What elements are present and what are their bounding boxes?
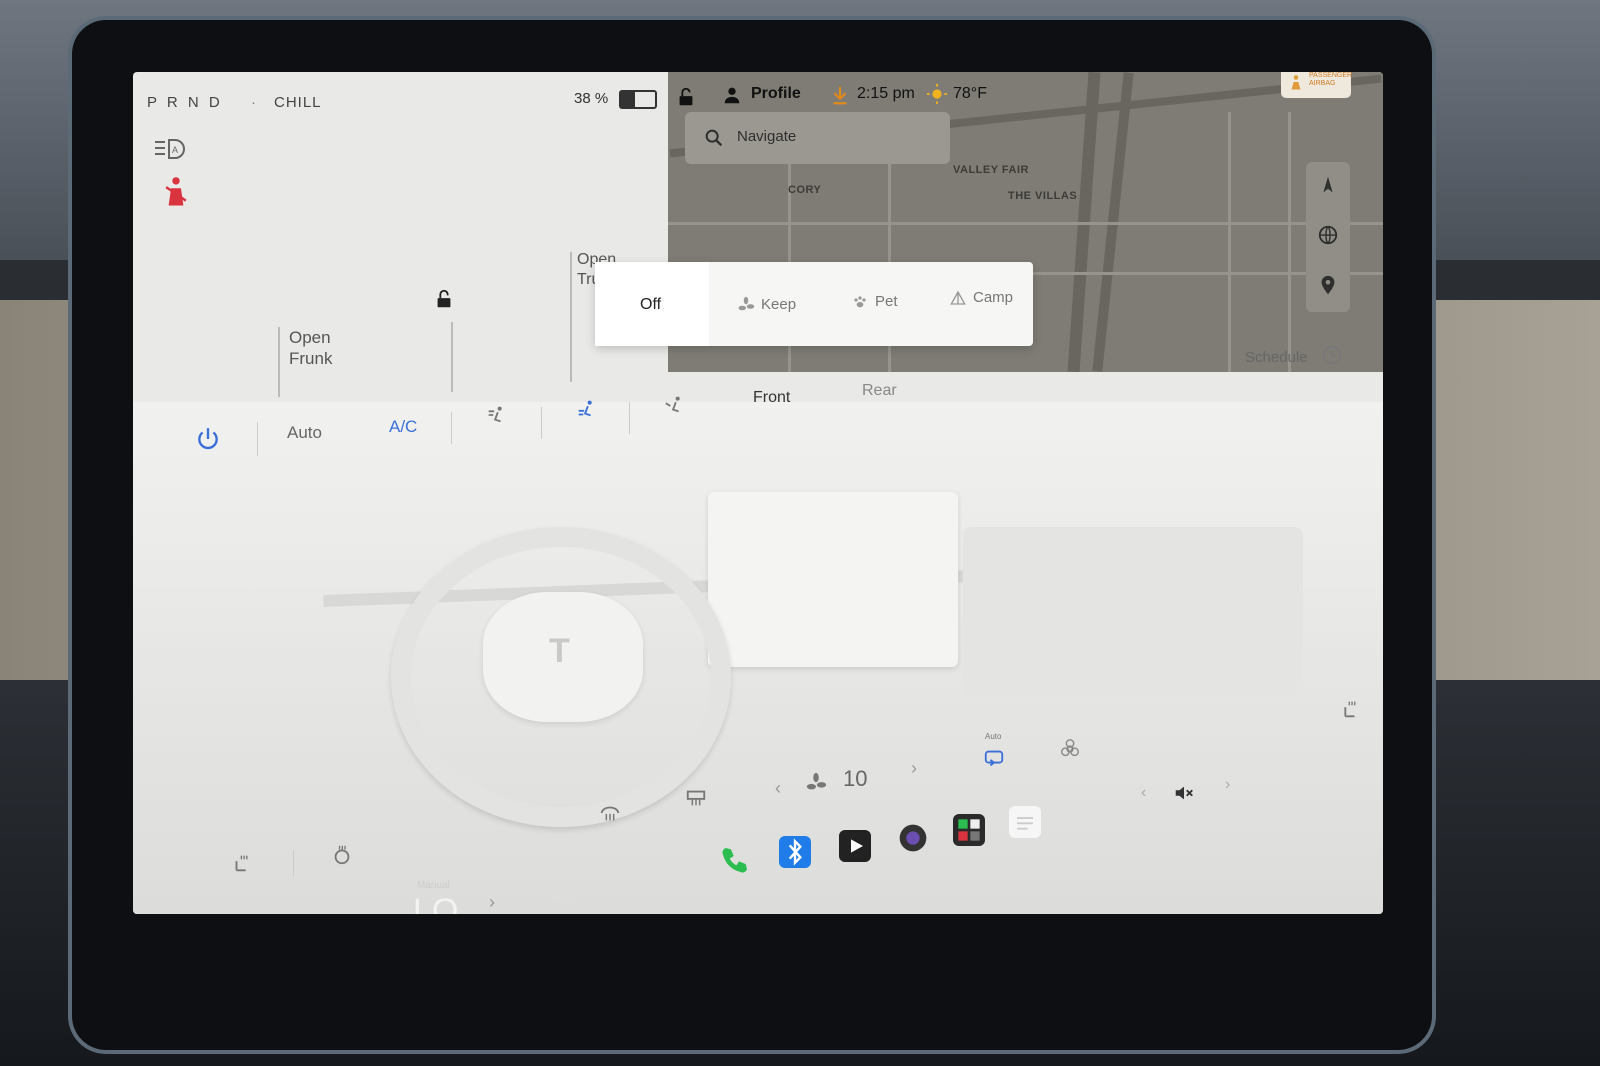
divider [257,422,258,456]
defrost-rear-button[interactable]: Rear [862,382,897,400]
bluetooth-icon[interactable] [779,836,811,868]
divider [541,407,542,439]
airflow-feet-icon[interactable] [575,398,597,420]
recirculate-icon[interactable] [983,747,1005,769]
download-icon[interactable] [829,84,851,106]
divider [293,850,294,876]
climate-mode-off[interactable]: Off [595,262,709,346]
open-frunk-label-line1[interactable]: Open [289,328,331,348]
sun-icon [926,83,948,105]
battery-percent: 38 % [574,90,609,107]
unlock-icon[interactable] [433,288,455,310]
divider [629,402,630,434]
ac-button[interactable]: A/C [389,417,417,437]
compass-icon[interactable] [1317,174,1339,196]
steering-heat-icon[interactable] [331,844,353,866]
airflow-windshield-icon[interactable] [663,394,685,416]
media-player-icon[interactable] [839,830,871,862]
divider [451,412,452,444]
map-label-the-villas: THE VILLAS [1008,190,1078,202]
steering-hub: T [483,592,643,722]
climate-mode-keep[interactable]: Keep [761,296,796,313]
outside-temperature: 78°F [953,85,987,102]
separator-dot: · [251,94,256,111]
glovebox [963,527,1303,697]
defrost-front-button[interactable]: Front [753,389,790,407]
globe-icon[interactable] [1317,224,1339,246]
map-road [1228,112,1231,372]
clock: 2:15 pm [857,85,915,102]
search-icon [705,129,723,147]
arcade-icon[interactable] [953,814,985,846]
temp-value[interactable]: LO [413,892,458,914]
phone-icon[interactable] [719,844,751,876]
pin-icon[interactable] [1317,274,1339,296]
climate-mode-camp[interactable]: Camp [973,289,1013,306]
airbag-indicator: PASSENGER AIRBAG [1281,72,1352,98]
schedule-button[interactable]: Schedule [1245,349,1308,366]
mute-icon[interactable] [1173,782,1195,804]
notes-icon[interactable] [1009,806,1041,838]
fan-decrease-button[interactable]: ‹ [775,778,781,799]
profile-icon[interactable] [721,84,743,106]
battery-icon [619,90,657,109]
map-road [668,222,1383,225]
gear-indicator: P R N D [147,94,223,111]
front-defrost-icon[interactable] [599,802,621,824]
drive-mode: CHILL [274,94,322,111]
climate-power-icon[interactable] [195,426,221,452]
trunk-divider [570,252,572,382]
seatbelt-warning-icon [165,177,187,206]
map-label-cory: CORY [788,184,822,196]
airflow-face-icon[interactable] [485,404,507,426]
rear-defrost-icon[interactable] [685,787,707,809]
fan-increase-button[interactable]: › [911,758,917,779]
tesla-logo: T [549,632,570,670]
open-frunk-label-line2[interactable]: Frunk [289,349,332,369]
svg-text:A: A [172,145,178,155]
climate-mode-popup: Off Keep Pet Camp [595,262,1033,346]
map-controls [1306,162,1350,312]
airbag-icon [1291,75,1301,90]
paw-icon [854,296,866,308]
frunk-divider [278,327,280,397]
profile-button[interactable]: Profile [751,85,801,103]
passenger-seat-heat-icon[interactable] [1338,698,1360,720]
volume-decrease-button[interactable]: ‹ [1141,784,1146,802]
auto-headlights-icon: A [155,139,185,159]
bioweapon-mode-icon[interactable] [1059,738,1081,760]
map-road [1288,112,1291,372]
touchscreen: CORY VALLEY FAIR THE VILLAS Navigate P R… [133,72,1383,914]
temp-increase-button[interactable]: › [489,892,495,913]
temp-mode-label: Manual [417,880,450,891]
map-label-valley-fair: VALLEY FAIR [953,164,1029,176]
clock-icon[interactable] [1321,344,1343,366]
navigate-search[interactable]: Navigate [685,112,950,164]
door-divider [451,322,453,392]
climate-auto-button[interactable]: Auto [287,423,322,443]
search-input: Navigate [737,128,797,145]
steering-heat-dock-icon[interactable] [661,860,689,888]
recirc-auto-label: Auto [985,732,1002,741]
driver-seat-heat-icon[interactable] [231,852,253,874]
cabin-screen-illustration [708,492,958,667]
volume-increase-button[interactable]: › [1225,776,1230,794]
climate-mode-pet[interactable]: Pet [875,293,898,310]
lock-icon[interactable] [675,86,697,108]
camera-icon[interactable] [897,822,929,854]
seat-heat-dock-icon[interactable] [551,876,579,904]
fan-speed-value: 10 [843,766,868,791]
fan-icon [738,296,755,311]
fan-speed-icon [806,772,827,790]
tent-icon [950,290,966,305]
